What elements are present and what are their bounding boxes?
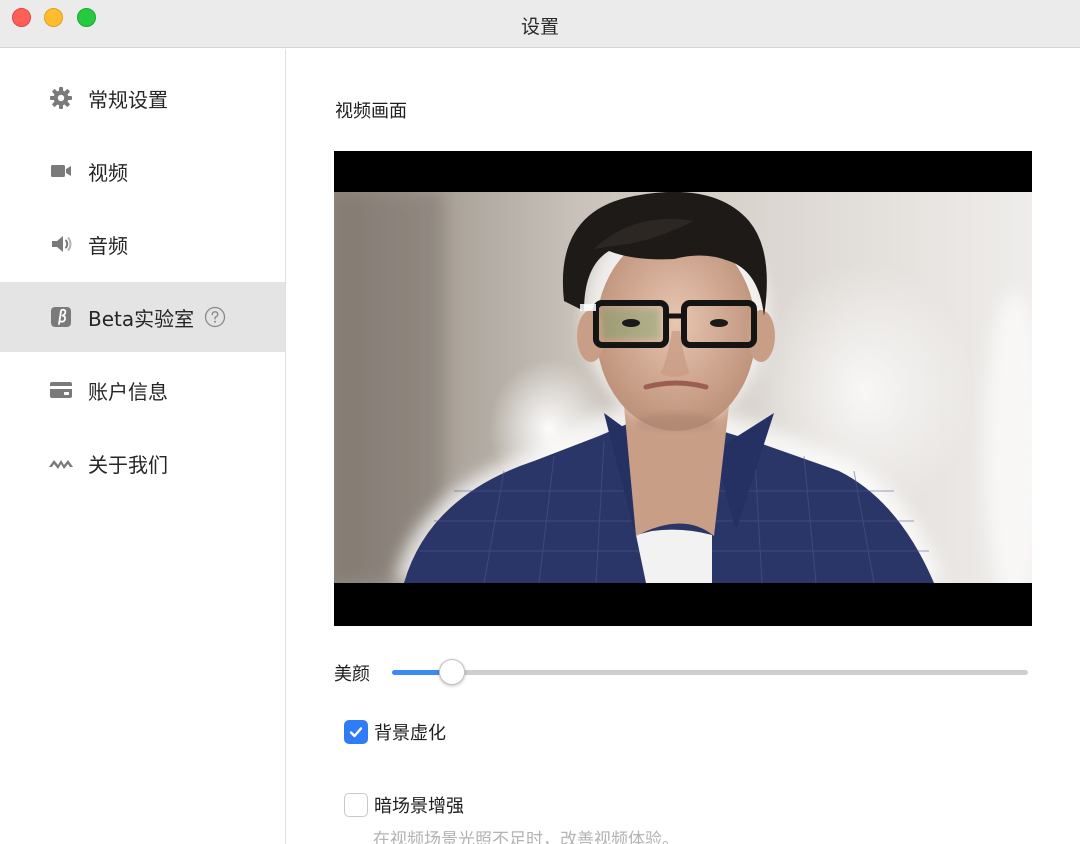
beauty-slider-thumb[interactable]: [439, 659, 466, 685]
gear-icon: [48, 85, 74, 111]
low-light-label: 暗场景增强: [374, 796, 464, 817]
sidebar-item-label: 音频: [88, 233, 128, 258]
sidebar-item-beta-lab[interactable]: Beta实验室: [0, 282, 285, 352]
sidebar-item-label: 账户信息: [88, 379, 168, 404]
beta-icon: [48, 304, 74, 330]
card-icon: [48, 377, 74, 403]
sidebar: 常规设置 视频 音频 Beta实验室 账户信息 关于我们: [0, 49, 286, 844]
beauty-slider[interactable]: [392, 659, 1028, 685]
sidebar-item-general[interactable]: 常规设置: [0, 63, 285, 133]
sidebar-item-audio[interactable]: 音频: [0, 209, 285, 279]
sidebar-item-label: 关于我们: [88, 452, 168, 477]
beauty-slider-row: 美颜: [334, 657, 1034, 687]
background-blur-option[interactable]: 背景虚化: [344, 719, 446, 745]
sidebar-item-label: Beta实验室: [88, 306, 195, 331]
low-light-description: 在视频场景光照不足时，改善视频体验。: [373, 830, 679, 844]
sidebar-item-about[interactable]: 关于我们: [0, 428, 285, 498]
video-camera-icon: [48, 158, 74, 184]
question-circle-icon[interactable]: [204, 306, 226, 328]
title-bar: 设置: [0, 0, 1080, 48]
sidebar-item-video[interactable]: 视频: [0, 136, 285, 206]
background-blur-checkbox[interactable]: [344, 720, 368, 744]
sidebar-item-label: 视频: [88, 160, 128, 185]
checkmark-icon: [349, 727, 363, 738]
window-title: 设置: [520, 16, 559, 38]
section-title: 视频画面: [335, 101, 407, 122]
sidebar-item-label: 常规设置: [88, 87, 168, 112]
speaker-icon: [48, 231, 74, 257]
settings-content: 视频画面 美颜 背景虚化 暗场景增强 在视频场景光照不足时，改善视频体验。: [287, 49, 1080, 844]
low-light-checkbox[interactable]: [344, 793, 368, 817]
video-preview: [334, 151, 1032, 626]
logo-icon: [48, 450, 74, 476]
background-blur-label: 背景虚化: [374, 723, 446, 744]
beauty-label: 美颜: [334, 664, 370, 685]
sidebar-item-account[interactable]: 账户信息: [0, 355, 285, 425]
low-light-option[interactable]: 暗场景增强: [344, 792, 464, 818]
